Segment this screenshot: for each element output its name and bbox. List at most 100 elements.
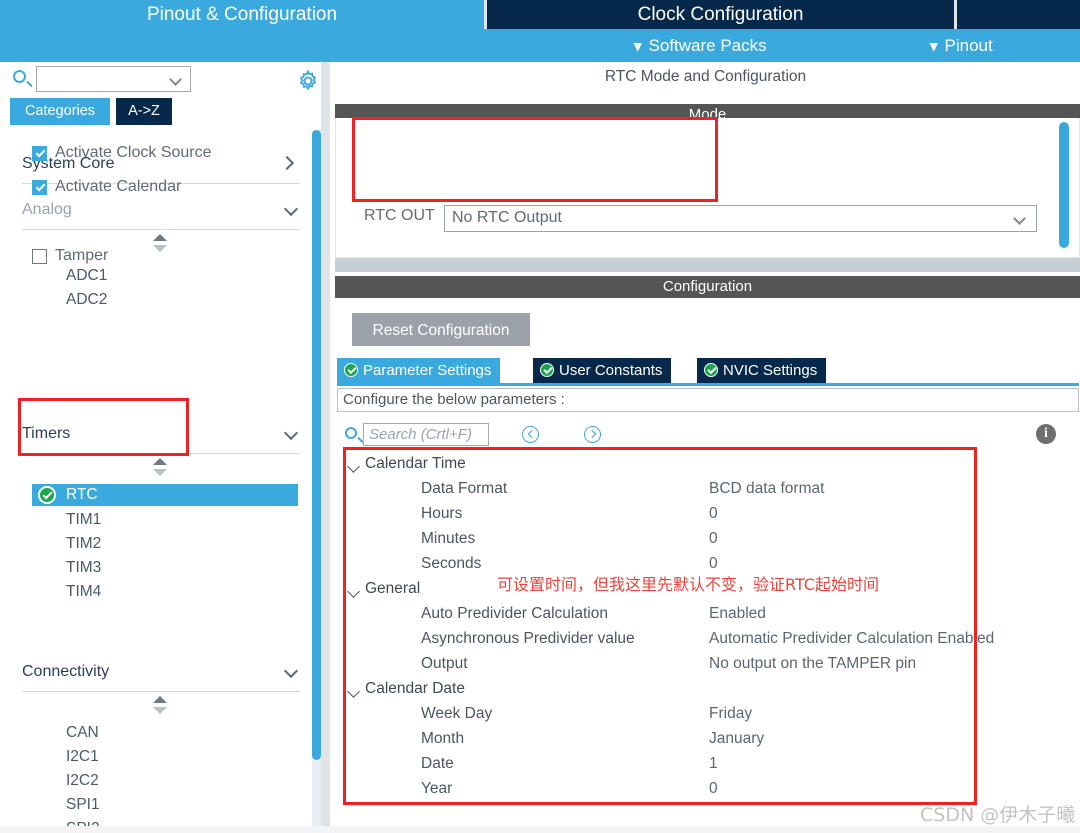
tab-nvic-settings-label: NVIC Settings [723,362,818,379]
peripheral-item-i2c2[interactable]: I2C2 [32,770,298,792]
parameter-tree: Calendar Time Data Format BCD data forma… [337,452,1079,812]
tab-user-constants[interactable]: User Constants [533,358,672,383]
parameter-value: 0 [709,530,718,547]
panel-title: RTC Mode and Configuration [331,62,1080,92]
rtc-out-label-text: RTC OUT [364,207,435,224]
chevron-down-icon [1013,212,1026,225]
main-tab-bar: Pinout & Configuration Clock Configurati… [0,0,1080,29]
tab-categories-label: Categories [24,103,96,119]
peripheral-label: RTC [66,486,98,503]
parameter-name: Data Format [421,480,508,497]
peripheral-label: ADC2 [66,291,108,308]
ok-icon [704,363,718,377]
chevron-down-icon [169,73,182,86]
connectivity-scroll-spinner[interactable] [153,696,169,714]
parameter-search-placeholder: Search (Crtl+F) [369,426,472,443]
group-connectivity[interactable]: Connectivity [22,655,299,689]
checkbox-tamper[interactable]: Tamper [32,247,108,265]
tree-row-data-format[interactable]: Data Format BCD data format [337,479,1079,504]
tree-row-minutes[interactable]: Minutes 0 [337,529,1079,554]
sidebar-scrollbar-thumb[interactable] [312,130,321,760]
chevron-right-circle-icon[interactable] [584,426,601,443]
chevron-down-icon [283,663,299,679]
tree-row-auto-predivider-calculation[interactable]: Auto Predivider Calculation Enabled [337,604,1079,629]
chevron-down-icon [283,201,299,217]
parameter-name: Hours [421,505,463,522]
tab-nvic-settings[interactable]: NVIC Settings [697,358,827,383]
parameter-search-input[interactable]: Search (Crtl+F) [363,423,489,446]
parameter-name: Month [421,730,465,747]
checkbox-label: Activate Calendar [55,178,182,195]
peripheral-item-spi1[interactable]: SPI1 [32,794,298,816]
tab-next-partial[interactable] [957,0,1080,29]
tree-row-week-day[interactable]: Week Day Friday [337,704,1079,729]
outer-scrollbar-track[interactable] [321,62,330,833]
checkbox-label: Activate Clock Source [55,144,212,161]
chevron-down-icon [283,425,299,441]
menu-pinout[interactable]: ▾ Pinout [930,29,993,62]
peripheral-item-adc1[interactable]: ADC1 [32,265,298,287]
group-timers[interactable]: Timers [22,417,299,451]
peripheral-item-tim3[interactable]: TIM3 [32,557,298,579]
tab-pinout-configuration[interactable]: Pinout & Configuration [0,0,484,29]
parameter-name: Auto Predivider Calculation [421,605,608,622]
peripheral-search-input[interactable] [36,66,191,92]
search-icon [13,70,26,83]
peripheral-item-tim4[interactable]: TIM4 [32,581,298,603]
divider [22,453,300,454]
tab-a-to-z-label: A->Z [128,103,160,119]
gear-icon[interactable] [297,70,319,92]
rtc-out-select[interactable]: No RTC Output [444,205,1037,232]
analog-scroll-spinner[interactable] [153,234,169,252]
peripheral-item-i2c1[interactable]: I2C1 [32,746,298,768]
parameter-value: Enabled [709,605,766,622]
peripheral-item-can[interactable]: CAN [32,722,298,744]
tree-group-calendar-date[interactable]: Calendar Date [337,679,1079,704]
tab-clock-configuration[interactable]: Clock Configuration [487,0,954,29]
ok-icon [344,363,358,377]
ok-icon [540,363,554,377]
tab-a-to-z[interactable]: A->Z [116,98,172,125]
tab-user-constants-label: User Constants [559,362,663,379]
sidebar-tab-bar: Categories A->Z [0,98,330,125]
configure-parameters-hint: Configure the below parameters : [337,388,1079,412]
peripheral-label: TIM3 [66,559,102,576]
mode-section-body [335,118,1080,258]
mode-scrollbar-thumb[interactable] [1059,122,1069,248]
menu-software-packs[interactable]: ▾ Software Packs [634,29,767,62]
group-timers-label: Timers [22,425,71,442]
checkbox-activate-calendar[interactable]: Activate Calendar [32,178,181,196]
chevron-left-circle-icon[interactable] [522,426,539,443]
tree-row-hours[interactable]: Hours 0 [337,504,1079,529]
peripheral-item-tim2[interactable]: TIM2 [32,533,298,555]
chevron-right-icon [279,155,295,171]
parameter-name: Seconds [421,555,482,572]
tab-categories[interactable]: Categories [10,98,110,125]
tree-group-calendar-time[interactable]: Calendar Time [337,454,1079,479]
peripheral-item-rtc[interactable]: RTC [32,484,298,506]
checkbox-activate-clock-source[interactable]: Activate Clock Source [32,144,212,162]
chevron-down-icon [347,460,360,473]
reset-configuration-button[interactable]: Reset Configuration [352,313,530,346]
secondary-tool-bar: ▾ Software Packs ▾ Pinout [0,29,1080,62]
peripheral-item-adc2[interactable]: ADC2 [32,289,298,311]
tab-parameter-settings-label: Parameter Settings [363,362,492,379]
timers-scroll-spinner[interactable] [153,458,169,476]
spinner-down-icon [153,469,167,476]
rtc-out-value: No RTC Output [452,209,562,226]
checkbox-label: Tamper [55,247,109,264]
parameter-value: Friday [709,705,753,722]
tab-parameter-settings[interactable]: Parameter Settings [337,358,501,383]
parameter-name: Date [421,755,454,772]
tree-row-output[interactable]: Output No output on the TAMPER pin [337,654,1079,679]
parameter-value: 0 [709,780,718,797]
info-icon[interactable]: i [1036,424,1056,444]
tree-row-month[interactable]: Month January [337,729,1079,754]
group-analog[interactable]: Analog [22,193,299,227]
peripheral-item-tim1[interactable]: TIM1 [32,509,298,531]
tree-row-asynchronous-predivider-value[interactable]: Asynchronous Predivider value Automatic … [337,629,1079,654]
tree-row-date[interactable]: Date 1 [337,754,1079,779]
parameter-value: 0 [709,505,718,522]
spinner-up-icon [153,234,167,241]
parameter-value: January [709,730,765,747]
